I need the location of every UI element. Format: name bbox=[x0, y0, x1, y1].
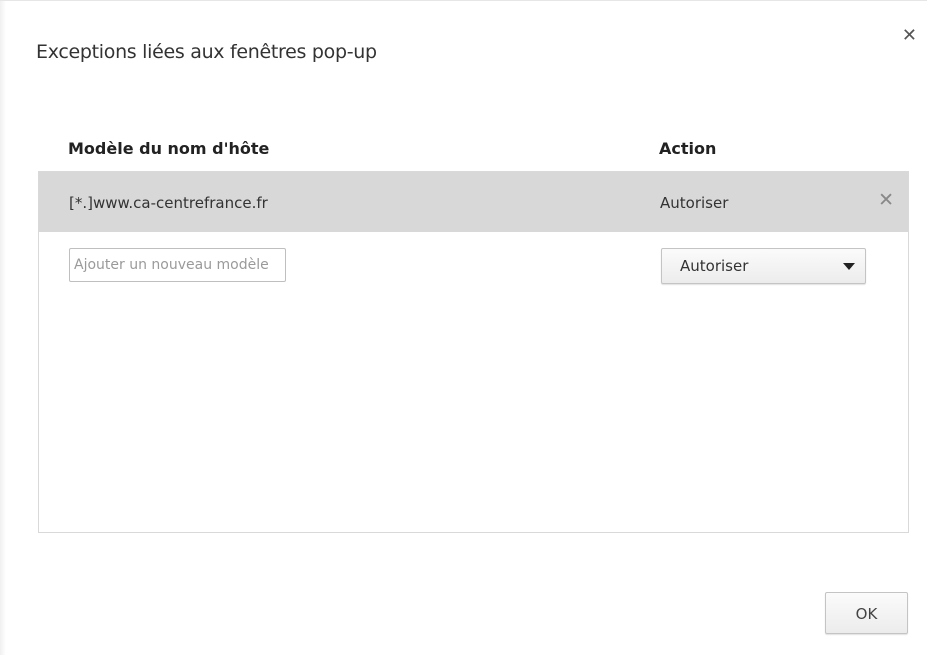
table-header: Modèle du nom d'hôte Action bbox=[38, 139, 909, 167]
row-action: Autoriser bbox=[660, 194, 729, 212]
dialog-edge bbox=[0, 1, 6, 655]
new-action-select[interactable]: Autoriser bbox=[661, 248, 866, 284]
popup-exceptions-dialog: Exceptions liées aux fenêtres pop-up ✕ M… bbox=[0, 0, 927, 655]
table-row[interactable]: [*.]www.ca-centrefrance.fr Autoriser ✕ bbox=[39, 172, 908, 232]
column-header-action: Action bbox=[659, 139, 717, 158]
dialog-title: Exceptions liées aux fenêtres pop-up bbox=[36, 41, 377, 63]
close-icon[interactable]: ✕ bbox=[902, 27, 917, 45]
column-header-host-pattern: Modèle du nom d'hôte bbox=[68, 139, 270, 158]
new-host-pattern-input[interactable] bbox=[69, 248, 286, 282]
ok-button[interactable]: OK bbox=[825, 592, 908, 634]
remove-icon[interactable]: ✕ bbox=[878, 191, 894, 210]
row-host-pattern: [*.]www.ca-centrefrance.fr bbox=[69, 194, 268, 212]
exceptions-list: [*.]www.ca-centrefrance.fr Autoriser ✕ A… bbox=[38, 171, 909, 533]
chevron-down-icon bbox=[843, 263, 855, 270]
new-action-select-value: Autoriser bbox=[680, 257, 749, 275]
